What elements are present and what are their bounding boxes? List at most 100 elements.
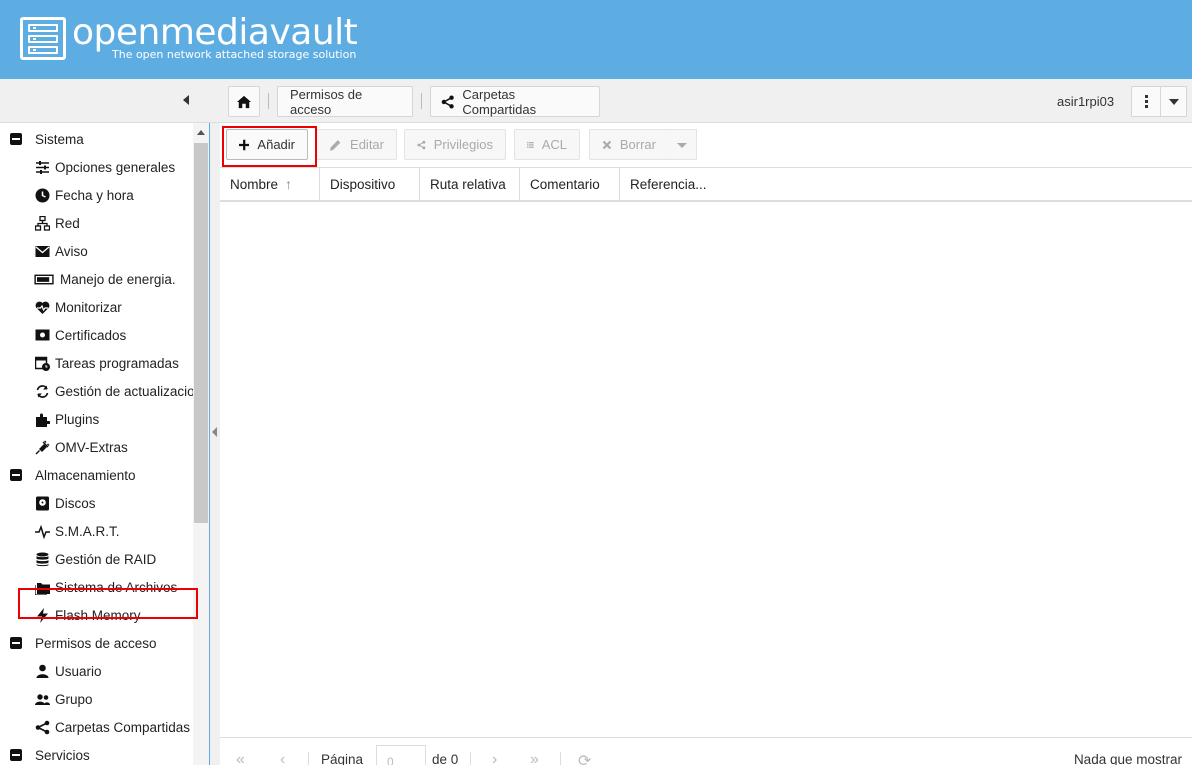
sidebar-item-label: Usuario bbox=[55, 663, 102, 679]
breadcrumb-separator bbox=[421, 93, 422, 109]
scrollbar-thumb[interactable] bbox=[194, 143, 208, 523]
pagination-bar: « ‹ Página 0 de 0 › » ⟳ Nada que mostrar bbox=[220, 737, 1192, 765]
sidebar-item-label: Tareas programadas bbox=[55, 355, 179, 371]
sidebar-item-2-1[interactable]: Grupo bbox=[0, 685, 193, 713]
page-label: Página bbox=[321, 752, 364, 765]
edit-button-label: Editar bbox=[350, 137, 384, 152]
plug-icon bbox=[34, 439, 50, 455]
first-page-icon[interactable]: « bbox=[236, 751, 245, 765]
sidebar-group-label: Sistema bbox=[35, 131, 84, 147]
privileges-button-label: Privilegios bbox=[433, 137, 493, 152]
share-icon bbox=[441, 94, 454, 109]
sidebar-group-label: Almacenamiento bbox=[35, 467, 136, 483]
calendar-clock-icon bbox=[34, 355, 50, 371]
sidebar-item-2-2[interactable]: Carpetas Compartidas bbox=[0, 713, 193, 741]
column-header-device[interactable]: Dispositivo bbox=[320, 168, 420, 200]
edit-button[interactable]: Editar bbox=[316, 129, 397, 160]
sidebar-item-0-6[interactable]: Certificados bbox=[0, 321, 193, 349]
sidebar-item-1-2[interactable]: Gestión de RAID bbox=[0, 545, 193, 573]
next-page-icon[interactable]: › bbox=[492, 751, 497, 765]
sidebar-tree: Sistema Opciones generales Fecha y hora Red… bbox=[0, 123, 210, 765]
acl-button[interactable]: ACL bbox=[514, 129, 580, 160]
close-icon bbox=[602, 140, 612, 149]
brand-name: openmediavault bbox=[72, 12, 358, 53]
sidebar-item-0-0[interactable]: Opciones generales bbox=[0, 153, 193, 181]
delete-button[interactable]: Borrar bbox=[589, 129, 669, 160]
chevron-down-icon[interactable] bbox=[1169, 99, 1179, 105]
certificate-icon bbox=[34, 327, 50, 343]
breadcrumb-page-label: Carpetas Compartidas bbox=[462, 86, 537, 117]
scroll-up-icon[interactable] bbox=[197, 130, 205, 135]
column-header-comment[interactable]: Comentario bbox=[520, 168, 620, 200]
app-header: openmediavault The open network attached… bbox=[0, 0, 1192, 79]
collapse-minus-icon[interactable] bbox=[10, 469, 22, 481]
sidebar-item-label: Manejo de energia. bbox=[60, 271, 176, 287]
sidebar-group-3[interactable]: Servicios bbox=[0, 741, 193, 765]
page-count-label: de 0 bbox=[432, 752, 459, 765]
collapse-sidebar-icon[interactable] bbox=[183, 95, 189, 105]
clock-icon bbox=[34, 187, 50, 203]
sidebar-item-0-7[interactable]: Tareas programadas bbox=[0, 349, 193, 377]
sidebar-item-1-1[interactable]: S.M.A.R.T. bbox=[0, 517, 193, 545]
previous-page-icon[interactable]: ‹ bbox=[280, 751, 285, 765]
envelope-icon bbox=[34, 243, 50, 259]
refresh-icon[interactable]: ⟳ bbox=[578, 751, 591, 765]
puzzle-icon bbox=[34, 411, 50, 427]
delete-button-label: Borrar bbox=[619, 137, 656, 152]
privileges-button[interactable]: Privilegios bbox=[404, 129, 506, 160]
last-page-icon[interactable]: » bbox=[530, 751, 539, 765]
sliders-icon bbox=[34, 159, 50, 175]
sidebar-item-0-8[interactable]: Gestión de actualizacio bbox=[0, 377, 193, 405]
sidebar-item-label: Fecha y hora bbox=[55, 187, 134, 203]
user-menu-button[interactable] bbox=[1131, 86, 1187, 117]
column-header-relative-path[interactable]: Ruta relativa bbox=[420, 168, 520, 200]
empty-grid-message: Nada que mostrar bbox=[1073, 752, 1182, 765]
sidebar-item-label: Opciones generales bbox=[55, 159, 176, 175]
sidebar-item-0-9[interactable]: Plugins bbox=[0, 405, 193, 433]
sidebar-scrollbar[interactable] bbox=[193, 123, 209, 765]
sidebar-item-label: Discos bbox=[55, 495, 96, 511]
sidebar-item-label: Carpetas Compartidas bbox=[55, 719, 191, 735]
breadcrumb-section-button[interactable]: Permisos de acceso bbox=[277, 86, 413, 117]
brand-tagline: The open network attached storage soluti… bbox=[112, 48, 357, 61]
grid-body bbox=[220, 202, 1192, 737]
panel-splitter[interactable] bbox=[210, 123, 220, 765]
heartbeat-icon bbox=[34, 299, 50, 315]
sidebar-item-0-5[interactable]: Monitorizar bbox=[0, 293, 193, 321]
share-icon bbox=[417, 140, 426, 149]
collapse-minus-icon[interactable] bbox=[10, 133, 22, 145]
pencil-icon bbox=[329, 139, 341, 151]
sidebar-group-label: Permisos de acceso bbox=[35, 635, 157, 651]
sidebar-group-0[interactable]: Sistema bbox=[0, 125, 193, 153]
sidebar-item-0-4[interactable]: Manejo de energia. bbox=[0, 265, 193, 293]
sidebar-item-label: Certificados bbox=[55, 327, 127, 343]
disk-icon bbox=[34, 495, 50, 511]
sidebar-item-1-0[interactable]: Discos bbox=[0, 489, 193, 517]
network-icon bbox=[34, 215, 50, 231]
navigation-bar: Permisos de acceso Carpetas Compartidas … bbox=[0, 79, 1192, 123]
sort-ascending-icon: ↑ bbox=[285, 176, 293, 192]
home-icon bbox=[237, 95, 251, 108]
column-header-reference[interactable]: Referencia... bbox=[620, 168, 1192, 200]
refresh-icon bbox=[34, 383, 50, 399]
sidebar-item-2-0[interactable]: Usuario bbox=[0, 657, 193, 685]
collapse-minus-icon[interactable] bbox=[10, 637, 22, 649]
sidebar-item-0-2[interactable]: Red bbox=[0, 209, 193, 237]
page-number-input[interactable]: 0 bbox=[376, 745, 426, 765]
sidebar-group-2[interactable]: Permisos de acceso bbox=[0, 629, 193, 657]
collapse-left-icon[interactable] bbox=[212, 427, 217, 437]
sidebar-item-0-1[interactable]: Fecha y hora bbox=[0, 181, 193, 209]
sidebar-item-0-10[interactable]: OMV-Extras bbox=[0, 433, 193, 461]
highlight-shared-folders bbox=[18, 588, 198, 619]
home-button[interactable] bbox=[228, 86, 260, 117]
sidebar-item-0-3[interactable]: Aviso bbox=[0, 237, 193, 265]
column-header-name[interactable]: Nombre ↑ bbox=[220, 168, 320, 200]
sidebar-group-1[interactable]: Almacenamiento bbox=[0, 461, 193, 489]
user-icon bbox=[34, 663, 50, 679]
acl-button-label: ACL bbox=[541, 137, 567, 152]
breadcrumb-page-button[interactable]: Carpetas Compartidas bbox=[430, 86, 600, 117]
action-toolbar: Añadir Editar Privilegios ACL Borrar bbox=[220, 123, 1192, 168]
battery-icon bbox=[34, 271, 55, 287]
collapse-minus-icon[interactable] bbox=[10, 749, 22, 761]
delete-options-dropdown[interactable] bbox=[668, 129, 697, 160]
